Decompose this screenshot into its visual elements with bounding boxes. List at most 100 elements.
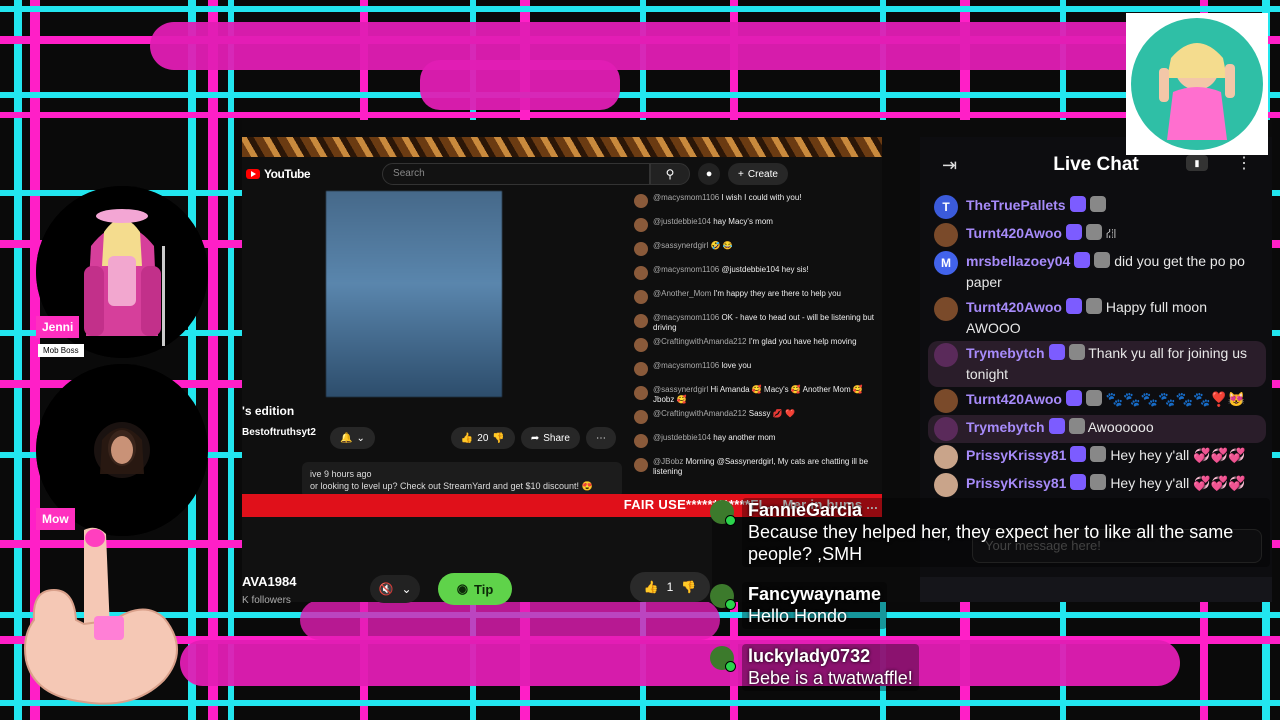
avatar: M [934,251,958,275]
tip-icon: ◉ [456,581,469,596]
yt-chat-username[interactable]: @sassynerdgirl [653,385,708,394]
yt-chat-body: @JBobz Morning @Sassynerdgirl, My cats a… [653,457,878,477]
yt-chat-username[interactable]: @justdebbie104 [653,433,711,442]
live-chat-message: Turnt420Awoo 🐾🐾🐾🐾🐾🐾❣️😻 [928,387,1266,415]
live-chat-text: 🐾🐾🐾🐾🐾🐾❣️😻 [1105,391,1246,407]
live-chat-username[interactable]: PrissyKrissy81 [966,447,1066,463]
exit-icon[interactable]: ⇥ [942,155,957,176]
like-count: 20 [477,432,489,444]
more-button[interactable]: ⋯ [585,427,616,449]
yt-chat-text: Morning @Sassynerdgirl, My cats are chat… [653,457,869,476]
yt-chat-body: @macysmom1106 @justdebbie104 hey sis! [653,265,809,285]
shield-badge-icon [1065,298,1082,314]
share-button[interactable]: ➦ Share [520,427,580,449]
popout-icon[interactable]: ▮ [1186,155,1208,171]
yt-chat-body: @sassynerdgirl 🤣 😂 [653,241,733,261]
yt-chat-message: @macysmom1106 love you [630,359,882,383]
yt-chat-message: @CraftingwithAmanda212 I'm glad you have… [630,335,882,359]
yt-chat-username[interactable]: @Another_Mom [653,289,711,298]
search-icon[interactable]: ⚲ [650,163,691,185]
bell-button[interactable]: 🔔 ⌄ [330,427,375,449]
channel-name[interactable]: Bestoftruthsyt2 [242,427,316,438]
yt-chat-username[interactable]: @macysmom1106 [653,361,719,370]
video-description[interactable]: ive 9 hours ago or looking to level up? … [302,462,622,498]
desc-line-2: or looking to level up? Check out Stream… [310,481,593,491]
yt-chat-body: @macysmom1106 love you [653,361,751,381]
create-button[interactable]: + Create [728,163,788,185]
avatar [934,445,958,469]
yt-chat-username[interactable]: @CraftingwithAmanda212 [653,337,747,346]
overlay-username: luckylady0732 [748,646,871,666]
live-chat-username[interactable]: Turnt420Awoo [966,391,1062,407]
stream-like-count: 1 [666,580,674,594]
desc-line-1: ive 9 hours ago [310,469,372,479]
more-vertical-icon[interactable]: ⋮ [1236,153,1252,173]
tip-label: Tip [474,581,494,597]
channel-logo [1126,13,1268,155]
yt-chat-body: @Another_Mom I'm happy they are there to… [653,289,841,309]
live-chat-username[interactable]: Turnt420Awoo [966,299,1062,315]
live-chat-username[interactable]: PrissyKrissy81 [966,475,1066,491]
yt-chat-message: @JBobz Morning @Sassynerdgirl, My cats a… [630,455,882,479]
yt-chat-username[interactable]: @macysmom1106 [653,193,719,202]
live-chat-username[interactable]: mrsbellazoey04 [966,253,1070,269]
overlay-text: Because they helped her, they expect her… [748,522,1234,564]
yt-chat-body: @justdebbie104 hay Macy's mom [653,217,773,237]
avatar [634,410,648,424]
overlay-text: Bebe is a twatwaffle! [748,668,913,688]
youtube-logo[interactable]: YouTube [246,167,311,181]
avatar: T [934,195,958,219]
yt-chat-username[interactable]: @sassynerdgirl [653,241,708,250]
yt-chat-username[interactable]: @macysmom1106 [653,265,719,274]
logo-cartoon-image [1131,18,1263,150]
yt-chat-text: 🤣 😂 [710,241,733,250]
live-chat-username[interactable]: TheTruePallets [966,197,1066,213]
image-badge-icon [1068,344,1085,360]
avatar [934,223,958,247]
avatar [710,500,736,526]
yt-chat-message: @sassynerdgirl Hi Amanda 🥰 Macy's 🥰 Anot… [630,383,882,407]
yt-chat-message: @justdebbie104 hay another mom [630,431,882,455]
yt-chat-text: Sassy 💋 ❤️ [748,409,795,418]
streamer-name[interactable]: AVA1984 [242,574,296,589]
yt-chat-text: hay another mom [713,433,776,442]
image-badge-icon [1068,418,1085,434]
yt-chat-body: @justdebbie104 hay another mom [653,433,775,453]
live-chat-message: Mmrsbellazoey04 did you get the po po pa… [928,249,1266,295]
shield-badge-icon [1048,344,1065,360]
live-chat-username[interactable]: Trymebytch [966,419,1045,435]
shield-badge-icon [1065,224,1082,240]
yt-chat-message: @macysmom1106 I wish I could with you! [630,191,882,215]
yt-chat-body: @CraftingwithAmanda212 I'm glad you have… [653,337,857,357]
thumbs-down-icon: 👎 [492,432,505,444]
microphone-icon[interactable]: ● [698,163,721,185]
shield-badge-icon [1074,252,1091,268]
yt-chat-username[interactable]: @macysmom1106 [653,313,719,322]
avatar [710,646,736,672]
stream-like-button[interactable]: 👍 1 👎 [630,572,710,602]
yt-chat-username[interactable]: @CraftingwithAmanda212 [653,409,747,418]
thumbs-down-icon: 👎 [681,580,697,594]
like-button[interactable]: 👍 20 👎 [450,427,515,449]
avatar [934,343,958,367]
live-chat-body: PrissyKrissy81 Hey hey y'all 💞💞💞 [966,473,1245,494]
image-badge-icon [1094,252,1111,268]
shield-badge-icon [1048,418,1065,434]
live-chat-username[interactable]: Trymebytch [966,345,1045,361]
live-chat-title: Live Chat [1053,154,1139,175]
yt-chat-username[interactable]: @JBobz [653,457,683,466]
yt-chat-message: @CraftingwithAmanda212 Sassy 💋 ❤️ [630,407,882,431]
avatar [934,389,958,413]
live-chat-message: Turnt420Awoo ⛜ [928,221,1266,249]
live-chat-username[interactable]: Turnt420Awoo [966,225,1062,241]
yt-chat-username[interactable]: @justdebbie104 [653,217,711,226]
youtube-search-input[interactable]: Search [382,163,651,185]
tip-button[interactable]: ◉ Tip [438,573,512,605]
video-player[interactable] [326,191,502,397]
video-title: 's edition [242,404,295,418]
mute-icon: 🔇 [378,582,394,596]
hand-graphic [24,527,178,705]
mute-button[interactable]: 🔇 ⌄ [370,575,420,603]
image-badge-icon [1090,446,1107,462]
youtube-play-icon [246,169,260,179]
